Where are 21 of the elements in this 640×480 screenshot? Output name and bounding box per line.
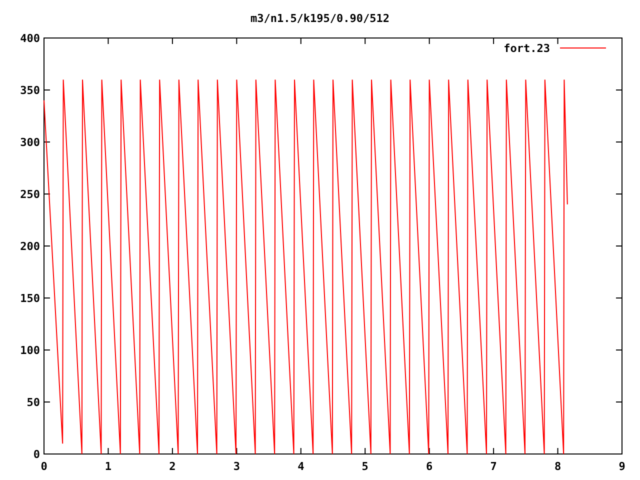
tick-label: 350: [20, 84, 40, 97]
tick-label: 5: [362, 460, 368, 473]
tick-label: 8: [554, 460, 562, 473]
tick-label: 1: [104, 460, 112, 473]
tick-label: 200: [20, 240, 40, 253]
tick-label: 300: [20, 136, 40, 149]
tick-label: 0: [40, 460, 48, 473]
tick-label: 2: [169, 460, 176, 473]
chart-title: m3/n1.5/k195/0.90/512: [250, 12, 390, 25]
tick-label: 400: [20, 32, 40, 45]
tick-label: 0: [33, 448, 40, 461]
tick-label: 3: [233, 460, 240, 473]
tick-label: 50: [26, 396, 40, 409]
tick-label: 100: [20, 344, 40, 357]
legend-label: fort.23: [504, 42, 550, 55]
tick-label: 4: [298, 460, 304, 473]
tick-label: 150: [20, 292, 40, 305]
tick-label: 7: [490, 460, 497, 473]
tick-label: 6: [426, 460, 433, 473]
tick-label: 9: [618, 460, 626, 473]
tick-label: 250: [20, 188, 40, 201]
